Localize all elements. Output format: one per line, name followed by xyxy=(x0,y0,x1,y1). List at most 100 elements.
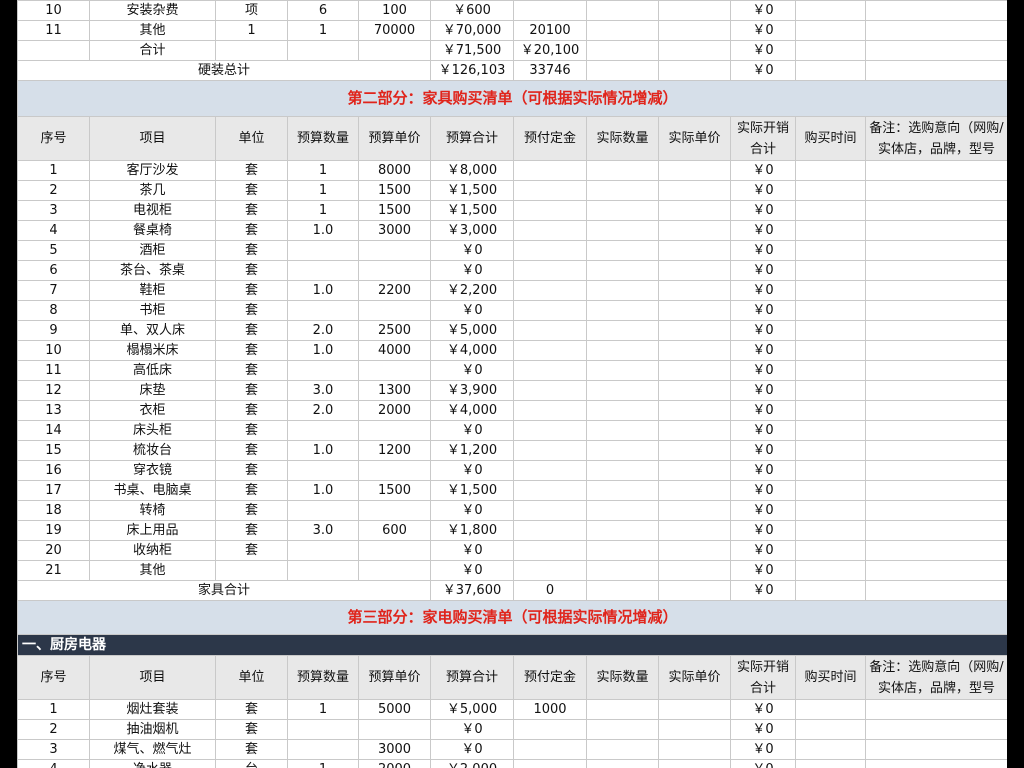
table-cell[interactable]: 8 xyxy=(17,300,90,321)
table-cell[interactable] xyxy=(513,520,587,541)
table-cell[interactable]: 8000 xyxy=(358,160,431,181)
column-header-qty[interactable]: 预算数量 xyxy=(287,116,359,161)
table-cell[interactable] xyxy=(658,400,731,421)
table-cell[interactable]: 1.0 xyxy=(287,440,359,461)
table-cell[interactable] xyxy=(287,360,359,381)
table-cell[interactable] xyxy=(865,360,1007,381)
table-cell[interactable]: 床上用品 xyxy=(89,520,216,541)
table-cell[interactable]: ￥0 xyxy=(730,460,796,481)
table-cell[interactable]: ￥0 xyxy=(730,340,796,361)
table-cell[interactable] xyxy=(795,240,866,261)
table-cell[interactable]: 2200 xyxy=(358,280,431,301)
table-cell[interactable] xyxy=(865,420,1007,441)
table-cell[interactable] xyxy=(513,380,587,401)
table-cell[interactable]: 7 xyxy=(17,280,90,301)
table-cell[interactable]: 9 xyxy=(17,320,90,341)
table-cell[interactable]: 13 xyxy=(17,400,90,421)
table-cell[interactable]: 套 xyxy=(215,520,288,541)
table-cell[interactable]: 2.0 xyxy=(287,320,359,341)
table-cell[interactable] xyxy=(795,699,866,720)
table-cell[interactable] xyxy=(513,200,587,221)
table-cell[interactable]: 套 xyxy=(215,260,288,281)
table-cell[interactable]: 其他 xyxy=(89,20,216,41)
total-budget[interactable]: ￥71,500 xyxy=(430,40,514,61)
table-cell[interactable] xyxy=(586,220,659,241)
table-cell[interactable] xyxy=(586,480,659,501)
empty-cell[interactable] xyxy=(17,40,90,61)
table-cell[interactable]: ￥600 xyxy=(430,0,514,21)
table-cell[interactable]: ￥0 xyxy=(730,699,796,720)
table-cell[interactable]: 1500 xyxy=(358,200,431,221)
table-cell[interactable]: 70000 xyxy=(358,20,431,41)
table-cell[interactable]: 2.0 xyxy=(287,400,359,421)
table-cell[interactable] xyxy=(287,540,359,561)
table-cell[interactable]: 3000 xyxy=(358,220,431,241)
table-cell[interactable] xyxy=(865,520,1007,541)
table-cell[interactable]: 2000 xyxy=(358,759,431,768)
total-actual[interactable]: ￥0 xyxy=(730,60,796,81)
section-title[interactable]: 第二部分：家具购买清单（可根据实际情况增减） xyxy=(17,80,1007,117)
empty-cell[interactable] xyxy=(795,40,866,61)
table-cell[interactable] xyxy=(795,320,866,341)
table-cell[interactable] xyxy=(287,500,359,521)
table-cell[interactable]: 15 xyxy=(17,440,90,461)
table-cell[interactable] xyxy=(865,200,1007,221)
table-cell[interactable]: 客厅沙发 xyxy=(89,160,216,181)
empty-cell[interactable] xyxy=(215,40,288,61)
total-budget[interactable]: ￥126,103 xyxy=(430,60,514,81)
table-cell[interactable] xyxy=(513,500,587,521)
table-cell[interactable] xyxy=(865,280,1007,301)
total-label[interactable]: 合计 xyxy=(89,40,216,61)
table-cell[interactable]: 套 xyxy=(215,440,288,461)
table-cell[interactable]: 3000 xyxy=(358,739,431,760)
column-header-no[interactable]: 序号 xyxy=(17,655,90,700)
table-cell[interactable] xyxy=(586,540,659,561)
table-cell[interactable] xyxy=(586,699,659,720)
empty-cell[interactable] xyxy=(865,580,1007,601)
total-deposit[interactable]: ￥20,100 xyxy=(513,40,587,61)
table-cell[interactable] xyxy=(513,420,587,441)
column-header-price[interactable]: 预算单价 xyxy=(358,116,431,161)
table-cell[interactable] xyxy=(586,340,659,361)
table-cell[interactable]: ￥5,000 xyxy=(430,320,514,341)
table-cell[interactable]: 4000 xyxy=(358,340,431,361)
table-cell[interactable]: 1 xyxy=(287,180,359,201)
table-cell[interactable] xyxy=(287,739,359,760)
empty-cell[interactable] xyxy=(658,60,731,81)
table-cell[interactable] xyxy=(795,20,866,41)
table-cell[interactable]: 套 xyxy=(215,380,288,401)
table-cell[interactable]: ￥0 xyxy=(730,380,796,401)
table-cell[interactable] xyxy=(513,719,587,740)
table-cell[interactable] xyxy=(795,440,866,461)
table-cell[interactable]: 床头柜 xyxy=(89,420,216,441)
table-cell[interactable]: ￥0 xyxy=(730,240,796,261)
column-header-qty[interactable]: 预算数量 xyxy=(287,655,359,700)
table-cell[interactable]: ￥0 xyxy=(430,739,514,760)
table-cell[interactable]: 21 xyxy=(17,560,90,581)
table-cell[interactable]: 鞋柜 xyxy=(89,280,216,301)
table-cell[interactable] xyxy=(513,340,587,361)
table-cell[interactable]: 套 xyxy=(215,719,288,740)
table-cell[interactable] xyxy=(865,719,1007,740)
column-header-deposit[interactable]: 预付定金 xyxy=(513,655,587,700)
table-cell[interactable] xyxy=(513,560,587,581)
table-cell[interactable]: 18 xyxy=(17,500,90,521)
table-cell[interactable]: ￥4,000 xyxy=(430,400,514,421)
table-cell[interactable] xyxy=(795,719,866,740)
table-cell[interactable] xyxy=(658,520,731,541)
table-cell[interactable] xyxy=(865,160,1007,181)
table-cell[interactable] xyxy=(513,160,587,181)
column-header-price[interactable]: 预算单价 xyxy=(358,655,431,700)
total-deposit[interactable]: 0 xyxy=(513,580,587,601)
table-cell[interactable]: 5000 xyxy=(358,699,431,720)
table-cell[interactable]: 1 xyxy=(287,200,359,221)
table-cell[interactable] xyxy=(865,400,1007,421)
empty-cell[interactable] xyxy=(586,40,659,61)
table-cell[interactable]: 11 xyxy=(17,360,90,381)
table-cell[interactable] xyxy=(795,260,866,281)
table-cell[interactable]: 套 xyxy=(215,180,288,201)
table-cell[interactable]: 10 xyxy=(17,0,90,21)
empty-cell[interactable] xyxy=(358,40,431,61)
table-cell[interactable]: 转椅 xyxy=(89,500,216,521)
table-cell[interactable]: 1 xyxy=(287,20,359,41)
